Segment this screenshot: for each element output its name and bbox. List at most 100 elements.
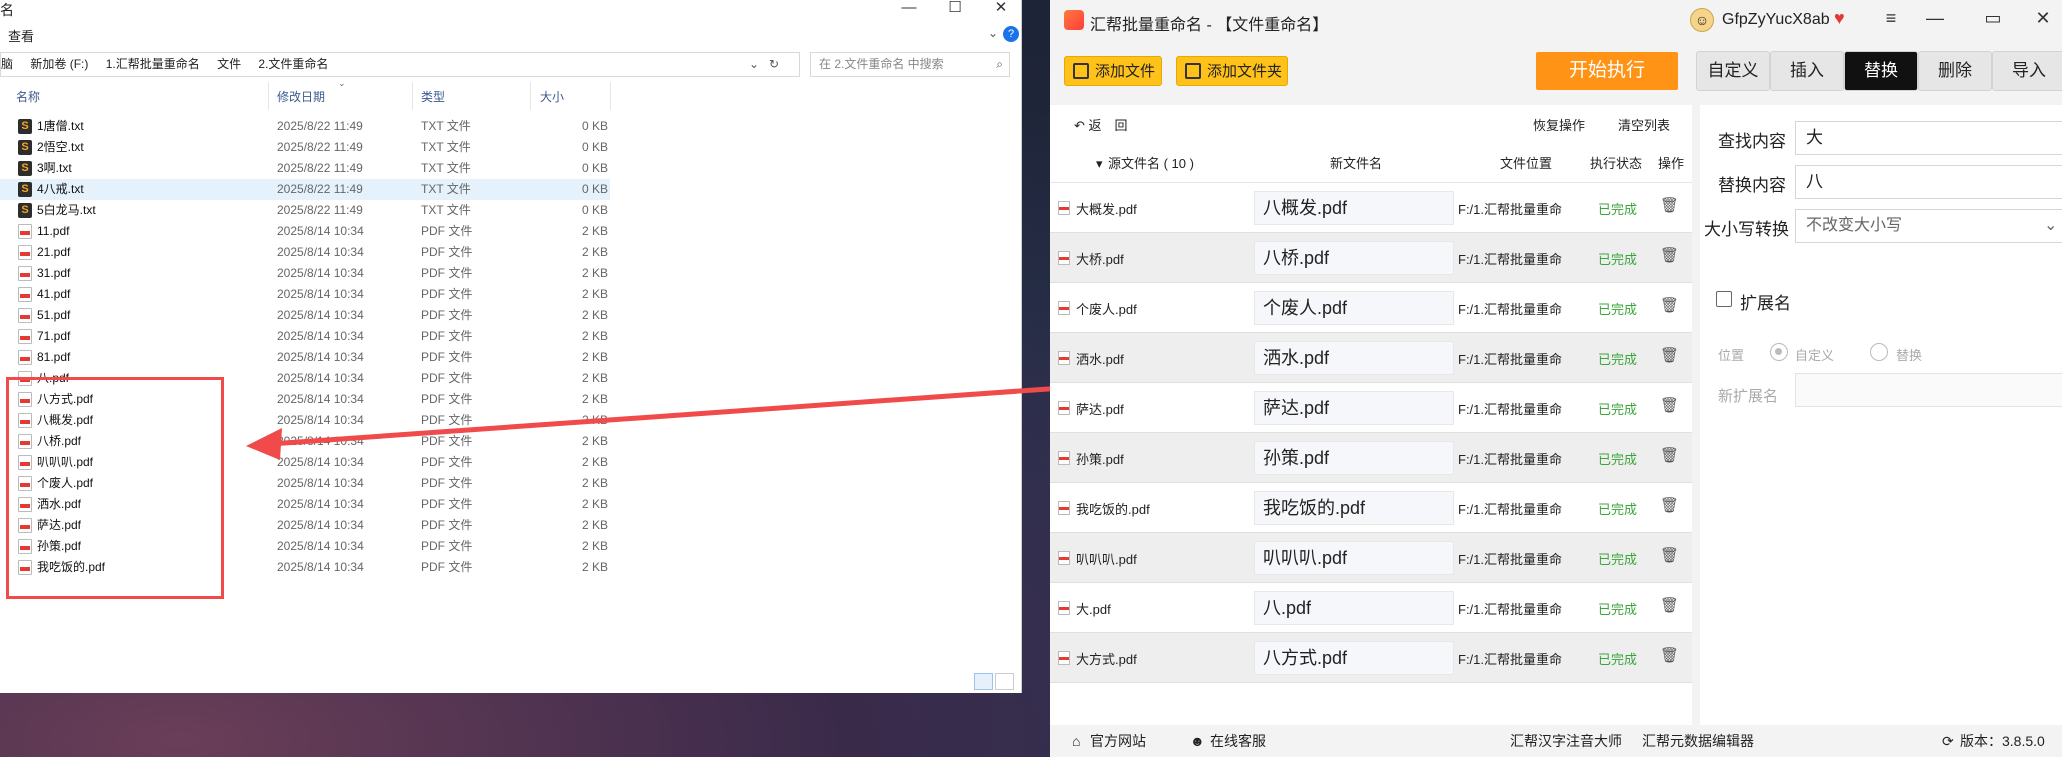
trash-icon[interactable]: 🗑 (1660, 546, 1679, 564)
header-location: 文件位置 (1500, 156, 1553, 171)
new-filename-field[interactable]: 叭叭叭.pdf (1254, 541, 1454, 575)
trash-icon[interactable]: 🗑 (1660, 396, 1679, 414)
radio-custom[interactable] (1770, 343, 1788, 361)
trash-icon[interactable]: 🗑 (1660, 196, 1679, 214)
replace-label: 替换内容 (1718, 176, 1786, 195)
add-folder-label: 添加文件夹 (1207, 63, 1283, 80)
new-filename-field[interactable]: 八方式.pdf (1254, 641, 1454, 675)
minimize-icon[interactable]: — (1920, 8, 1950, 29)
table-row[interactable]: 萨达.pdf 萨达.pdf F:/1.汇帮批量重命名/文件 已完成 🗑 (1050, 383, 1692, 433)
pdf-file-icon (1058, 301, 1070, 315)
new-filename-field[interactable]: 八概发.pdf (1254, 191, 1454, 225)
back-button[interactable]: ↶ 返 回 (1074, 115, 1128, 134)
file-location: F:/1.汇帮批量重命名/文件 (1458, 502, 1562, 517)
original-filename: 大方式.pdf (1076, 652, 1137, 667)
trash-icon[interactable]: 🗑 (1660, 246, 1679, 264)
status-badge: 已完成 (1598, 202, 1638, 217)
status-badge: 已完成 (1598, 352, 1638, 367)
status-badge: 已完成 (1598, 652, 1638, 667)
clear-list-button[interactable]: 清空列表 (1618, 115, 1670, 134)
find-input[interactable]: 大 (1795, 121, 2062, 155)
table-row[interactable]: 叭叭叭.pdf 叭叭叭.pdf F:/1.汇帮批量重命名/文件 已完成 🗑 (1050, 533, 1692, 583)
status-badge: 已完成 (1598, 452, 1638, 467)
tab-insert[interactable]: 插入 (1770, 51, 1844, 91)
header-operation: 操作 (1658, 156, 1685, 171)
avatar[interactable]: ☺ (1690, 8, 1714, 32)
new-filename-field[interactable]: 八桥.pdf (1254, 241, 1454, 275)
status-badge: 已完成 (1598, 252, 1638, 267)
rename-app-window: 汇帮批量重命名 - 【文件重命名】 ☺ GfpZyYucX8ab ♥ ≡ — ▭… (1050, 0, 2062, 757)
header-original-name[interactable]: 源文件名 ( 10 ) (1108, 145, 1194, 183)
new-filename-field[interactable]: 个废人.pdf (1254, 291, 1454, 325)
back-label: 返 回 (1088, 118, 1128, 133)
table-row[interactable]: 大概发.pdf 八概发.pdf F:/1.汇帮批量重命名/文件 已完成 🗑 (1050, 183, 1692, 233)
table-row[interactable]: 我吃饭的.pdf 我吃饭的.pdf F:/1.汇帮批量重命名/文件 已完成 🗑 (1050, 483, 1692, 533)
original-filename: 我吃饭的.pdf (1076, 502, 1150, 517)
maximize-icon[interactable]: ▭ (1978, 8, 2008, 29)
add-file-label: 添加文件 (1095, 63, 1156, 80)
product-link-metadata[interactable]: 汇帮元数据编辑器 (1642, 725, 1754, 757)
radio-replace-label: 替换 (1896, 348, 1923, 363)
new-filename-field[interactable]: 萨达.pdf (1254, 391, 1454, 425)
tab-custom[interactable]: 自定义 (1696, 51, 1770, 91)
pdf-file-icon (1058, 401, 1070, 415)
table-row[interactable]: 孙策.pdf 孙策.pdf F:/1.汇帮批量重命名/文件 已完成 🗑 (1050, 433, 1692, 483)
table-row[interactable]: 大.pdf 八.pdf F:/1.汇帮批量重命名/文件 已完成 🗑 (1050, 583, 1692, 633)
table-row[interactable]: 洒水.pdf 洒水.pdf F:/1.汇帮批量重命名/文件 已完成 🗑 (1050, 333, 1692, 383)
trash-icon[interactable]: 🗑 (1660, 346, 1679, 364)
app-logo (1064, 10, 1084, 30)
start-button[interactable]: 开始执行 (1536, 52, 1678, 90)
original-filename: 大桥.pdf (1076, 252, 1124, 267)
table-row[interactable]: 个废人.pdf 个废人.pdf F:/1.汇帮批量重命名/文件 已完成 🗑 (1050, 283, 1692, 333)
new-filename-field[interactable]: 洒水.pdf (1254, 341, 1454, 375)
new-filename-field[interactable]: 八.pdf (1254, 591, 1454, 625)
new-extension-input[interactable] (1795, 373, 2062, 407)
table-row[interactable]: 大桥.pdf 八桥.pdf F:/1.汇帮批量重命名/文件 已完成 🗑 (1050, 233, 1692, 283)
file-location: F:/1.汇帮批量重命名/文件 (1458, 602, 1562, 617)
close-icon[interactable]: ✕ (2028, 8, 2058, 29)
table-row[interactable]: 大方式.pdf 八方式.pdf F:/1.汇帮批量重命名/文件 已完成 🗑 (1050, 633, 1692, 683)
username[interactable]: GfpZyYucX8ab (1722, 11, 1830, 29)
arrow-head (246, 428, 282, 460)
undo-button[interactable]: 恢复操作 (1533, 115, 1585, 134)
radio-replace[interactable] (1870, 343, 1888, 361)
file-location: F:/1.汇帮批量重命名/文件 (1458, 552, 1562, 567)
pdf-file-icon (1058, 451, 1070, 465)
official-site-link[interactable]: 官方网站 (1090, 725, 1146, 757)
product-link-pinyin[interactable]: 汇帮汉字注音大师 (1510, 725, 1622, 757)
refresh-icon: ⟳ (1942, 733, 1954, 749)
support-icon: ☻ (1190, 733, 1205, 749)
pdf-file-icon (1058, 551, 1070, 565)
trash-icon[interactable]: 🗑 (1660, 646, 1679, 664)
sort-down-icon[interactable]: ▾ (1096, 145, 1103, 183)
tab-replace[interactable]: 替换 (1844, 51, 1918, 91)
new-filename-field[interactable]: 孙策.pdf (1254, 441, 1454, 475)
trash-icon[interactable]: 🗑 (1660, 596, 1679, 614)
original-filename: 个废人.pdf (1076, 302, 1137, 317)
menu-icon[interactable]: ≡ (1876, 8, 1906, 29)
tab-delete[interactable]: 删除 (1918, 51, 1992, 91)
pdf-file-icon (1058, 501, 1070, 515)
vip-heart-icon[interactable]: ♥ (1834, 8, 1845, 29)
pdf-file-icon (1058, 601, 1070, 615)
add-folder-button[interactable]: 添加文件夹 (1176, 56, 1288, 86)
trash-icon[interactable]: 🗑 (1660, 296, 1679, 314)
replace-input[interactable]: 八 (1795, 165, 2062, 199)
trash-icon[interactable]: 🗑 (1660, 446, 1679, 464)
file-location: F:/1.汇帮批量重命名/文件 (1458, 302, 1562, 317)
app-titlebar: 汇帮批量重命名 - 【文件重命名】 ☺ GfpZyYucX8ab ♥ ≡ — ▭… (1050, 0, 2062, 42)
chevron-down-icon: ⌄ (2044, 217, 2058, 234)
new-filename-field[interactable]: 我吃饭的.pdf (1254, 491, 1454, 525)
extension-label: 扩展名 (1740, 294, 1791, 313)
tab-import[interactable]: 导入 (1992, 51, 2062, 91)
add-file-button[interactable]: 添加文件 (1064, 56, 1162, 86)
extension-checkbox[interactable] (1716, 291, 1732, 307)
version-text: 版本：3.8.5.0 (1960, 733, 2045, 749)
online-support-link[interactable]: 在线客服 (1210, 725, 1266, 757)
trash-icon[interactable]: 🗑 (1660, 496, 1679, 514)
original-filename: 大.pdf (1076, 602, 1111, 617)
original-filename: 萨达.pdf (1076, 402, 1124, 417)
case-select[interactable]: 不改变大小写 ⌄ (1795, 209, 2062, 243)
original-filename: 洒水.pdf (1076, 352, 1124, 367)
status-badge: 已完成 (1598, 552, 1638, 567)
